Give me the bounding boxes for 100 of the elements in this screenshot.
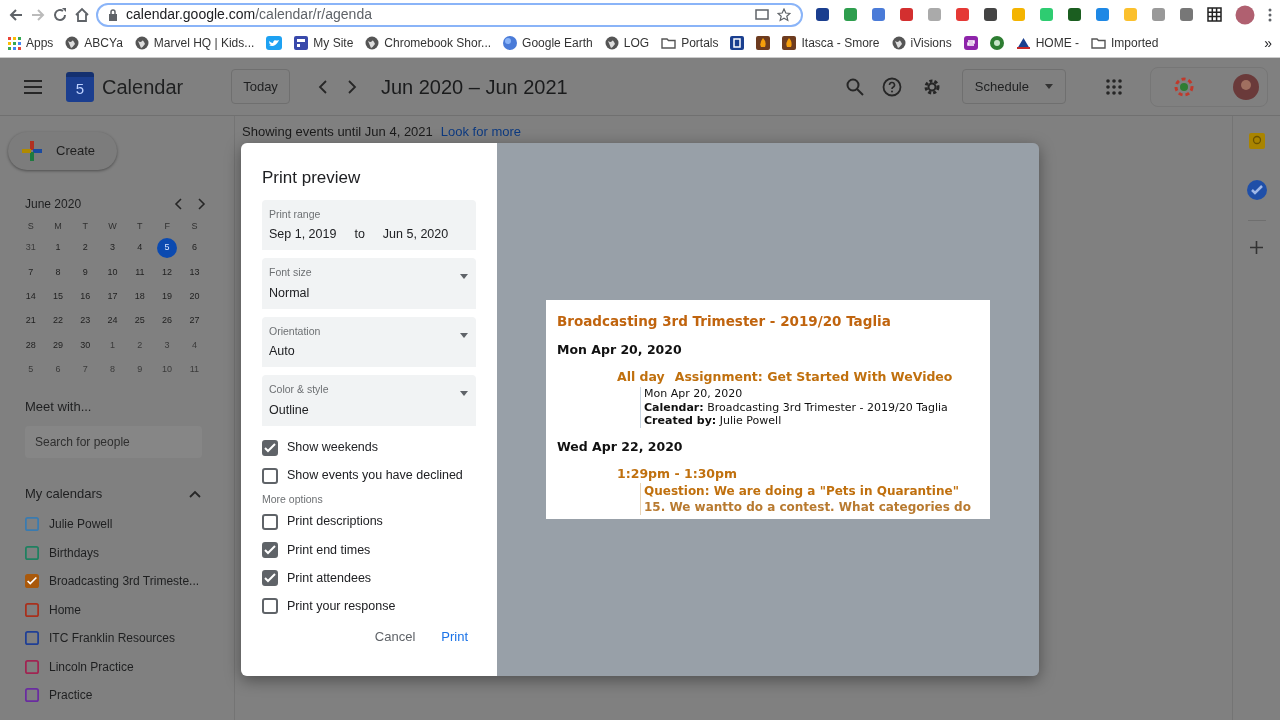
calendar-checkbox[interactable]: [25, 659, 39, 674]
calendar-day[interactable]: 12: [157, 262, 178, 283]
calendar-day[interactable]: 24: [102, 311, 123, 332]
today-button[interactable]: Today: [231, 68, 290, 105]
calendar-day[interactable]: 11: [129, 262, 150, 283]
previous-icon[interactable]: [174, 198, 182, 210]
calendar-day[interactable]: 5: [157, 237, 178, 258]
calendar-day[interactable]: 11: [184, 359, 205, 380]
calendar-day[interactable]: 7: [20, 262, 41, 283]
avatar[interactable]: [1235, 4, 1255, 25]
bookmark[interactable]: LOG: [604, 34, 650, 52]
extension-icon[interactable]: [955, 7, 970, 22]
more-bookmarks-button[interactable]: »: [1264, 32, 1272, 54]
calendar-day[interactable]: 5: [20, 359, 41, 380]
calendar-day[interactable]: 25: [129, 311, 150, 332]
calendar-day[interactable]: 16: [75, 286, 96, 307]
calendar-day[interactable]: 27: [184, 311, 205, 332]
cancel-button[interactable]: Cancel: [366, 620, 424, 652]
bookmark[interactable]: Itasca - Smore: [782, 34, 880, 52]
calendar-checkbox[interactable]: [25, 517, 39, 532]
help-icon[interactable]: [881, 76, 902, 97]
plus-icon[interactable]: [1250, 241, 1263, 254]
bookmark[interactable]: My Site: [294, 34, 354, 52]
checkbox-option[interactable]: Print end times: [262, 535, 476, 565]
menu-icon[interactable]: [24, 79, 42, 94]
calendar-day[interactable]: 23: [75, 311, 96, 332]
bookmark[interactable]: Portals: [661, 34, 719, 52]
calendar-day[interactable]: 14: [20, 286, 41, 307]
extension-icon[interactable]: [815, 7, 830, 22]
checkbox-option[interactable]: Show weekends: [262, 433, 476, 462]
calendar-day[interactable]: 15: [47, 286, 68, 307]
calendar-day[interactable]: 21: [20, 311, 41, 332]
calendar-day[interactable]: 22: [47, 311, 68, 332]
calendar-day[interactable]: 17: [102, 286, 123, 307]
calendar-day[interactable]: 10: [102, 262, 123, 283]
checkbox-option[interactable]: Print descriptions: [262, 507, 476, 536]
bookmark[interactable]: Chromebook Shor...: [365, 34, 492, 52]
extension-icon[interactable]: [899, 7, 914, 22]
check-icon[interactable]: [1246, 180, 1267, 200]
calendar-day[interactable]: 6: [184, 237, 205, 258]
calendar-checkbox[interactable]: [25, 574, 39, 589]
bookmark-icon-button[interactable]: [730, 36, 745, 50]
bookmark-icon-button[interactable]: [756, 36, 771, 50]
bookmark[interactable]: Imported: [1091, 34, 1159, 52]
calendar-day[interactable]: 8: [47, 262, 68, 283]
calendar-day[interactable]: 3: [157, 335, 178, 356]
calendar-day[interactable]: 2: [75, 237, 96, 258]
calendar-day[interactable]: 6: [47, 359, 68, 380]
calendar-day[interactable]: 29: [47, 335, 68, 356]
lightbulb-icon[interactable]: [1247, 132, 1266, 150]
apps-icon[interactable]: [1106, 78, 1122, 95]
view-dropdown[interactable]: Schedule: [961, 68, 1066, 105]
previous-icon[interactable]: [317, 79, 328, 94]
checkbox[interactable]: [262, 541, 278, 558]
calendar-day[interactable]: 20: [184, 286, 205, 307]
collapse-icon[interactable]: [189, 490, 201, 499]
address-bar[interactable]: calendar.google.com/calendar/r/agenda: [96, 2, 803, 27]
bookmark[interactable]: Apps: [8, 34, 54, 52]
next-icon[interactable]: [198, 198, 206, 210]
calendar-day[interactable]: 4: [129, 237, 150, 258]
calendar-day[interactable]: 8: [102, 359, 123, 380]
checkbox-option[interactable]: Print your response: [262, 592, 476, 621]
account-area[interactable]: [1150, 66, 1268, 107]
reload-icon[interactable]: [52, 6, 68, 23]
home-icon[interactable]: [74, 6, 90, 23]
calendar-checkbox[interactable]: [25, 545, 39, 560]
calendar-checkbox[interactable]: [25, 631, 39, 646]
next-icon[interactable]: [346, 79, 357, 94]
bookmark[interactable]: Google Earth: [503, 34, 593, 52]
checkbox-option[interactable]: Print attendees: [262, 564, 476, 593]
calendar-checkbox[interactable]: [25, 602, 39, 617]
back-icon[interactable]: [8, 6, 24, 23]
calendar-day[interactable]: 26: [157, 311, 178, 332]
calendar-day[interactable]: 30: [75, 335, 96, 356]
extension-icon[interactable]: [983, 7, 998, 22]
select-field[interactable]: Orientation Auto: [262, 316, 476, 367]
cast-icon[interactable]: [755, 8, 769, 21]
calendar-day[interactable]: 1: [47, 237, 68, 258]
menu-icon[interactable]: [1268, 7, 1272, 22]
calendar-day[interactable]: 31: [20, 237, 41, 258]
extension-icon[interactable]: [871, 7, 886, 22]
calendar-day[interactable]: 9: [129, 359, 150, 380]
calendar-day[interactable]: 2: [129, 335, 150, 356]
bookmark[interactable]: Marvel HQ | Kids...: [134, 34, 255, 52]
star-icon[interactable]: [777, 7, 791, 22]
extension-icon[interactable]: [1179, 7, 1194, 22]
calendar-day[interactable]: 18: [129, 286, 150, 307]
calendar-day[interactable]: 7: [75, 359, 96, 380]
people-search-field[interactable]: Search for people: [25, 426, 202, 459]
calendar-day[interactable]: 4: [184, 335, 205, 356]
calendar-day[interactable]: 13: [184, 262, 205, 283]
calendar-day[interactable]: 1: [102, 335, 123, 356]
grid-icon[interactable]: [1207, 7, 1222, 22]
checkbox-option[interactable]: Show events you have declined: [262, 461, 476, 490]
calendar-checkbox[interactable]: [25, 688, 39, 703]
checkbox[interactable]: [262, 467, 278, 484]
look-for-more-link[interactable]: Look for more: [440, 124, 521, 139]
calendar-day[interactable]: 10: [157, 359, 178, 380]
create-button[interactable]: Create: [8, 132, 118, 170]
calendar-day[interactable]: 9: [75, 262, 96, 283]
